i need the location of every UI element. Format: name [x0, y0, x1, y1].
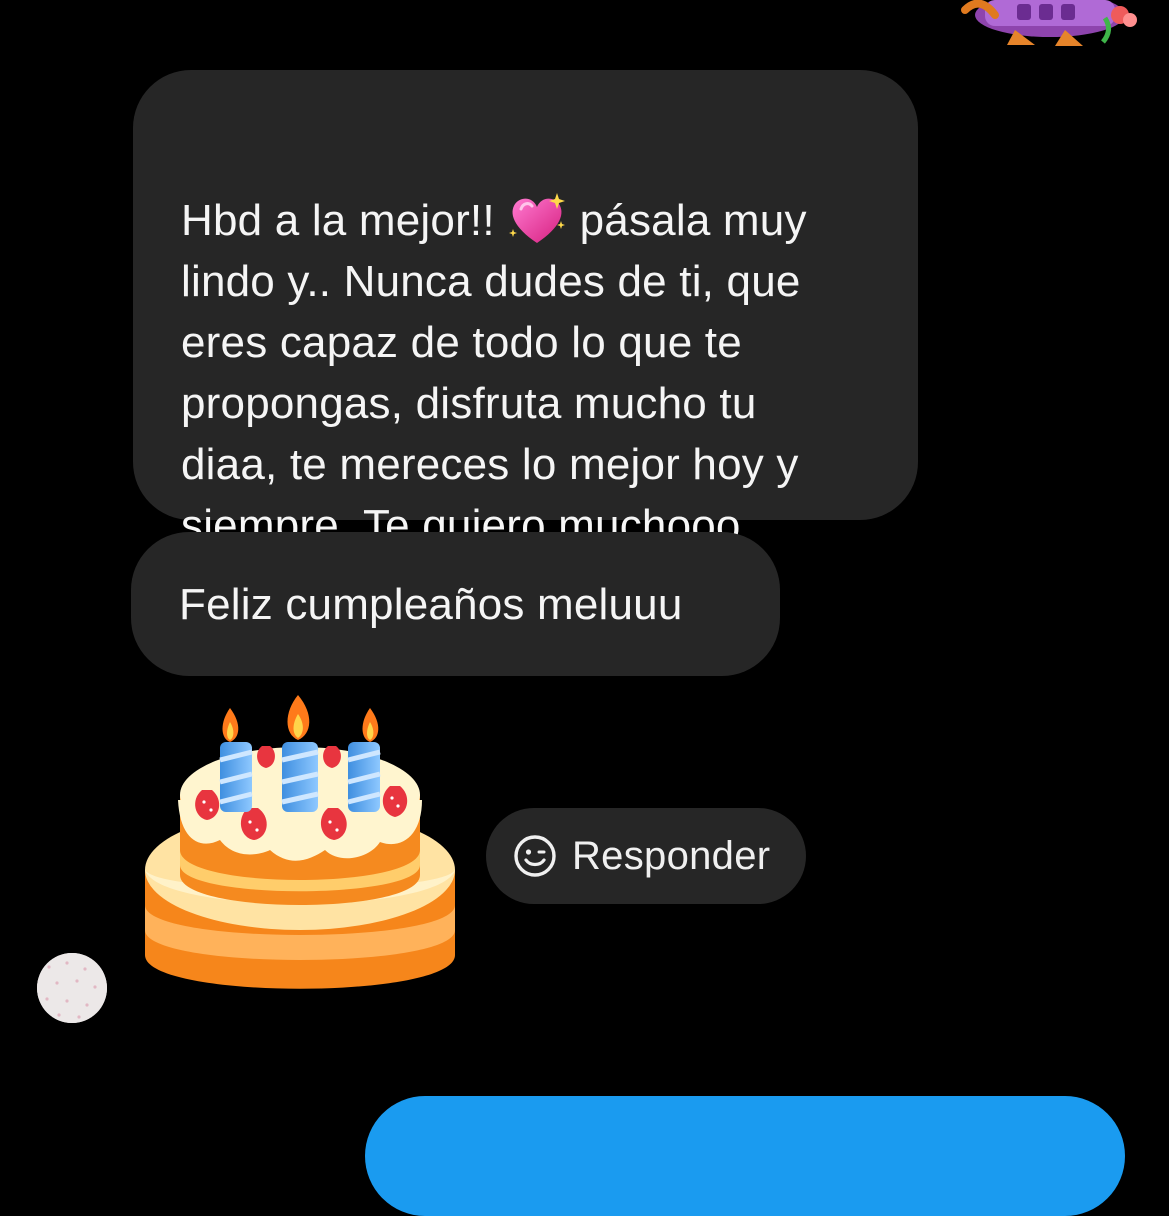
message-line: lindo y.. Nunca dudes de ti, que — [181, 257, 801, 306]
message-bubble-short[interactable]: Feliz cumpleaños meluuu — [131, 532, 780, 676]
sticker-icon — [961, 0, 1137, 46]
message-bubble-long[interactable]: Hbd a la mejor!! pásala muy lindo y.. Nu… — [133, 70, 918, 550]
message-text: Feliz cumpleaños meluuu — [179, 579, 683, 629]
sent-message-bubble[interactable] — [365, 1096, 1125, 1216]
reply-label: Responder — [572, 833, 771, 878]
message-text: pásala muy — [579, 196, 807, 245]
message-text: Hbd a la mejor!! — [181, 196, 508, 245]
avatar-pattern — [37, 953, 107, 1023]
smiley-icon — [514, 835, 556, 877]
message-line: eres capaz de todo lo que te — [181, 318, 742, 367]
message-line: diaa, te mereces lo mejor hoy y — [181, 440, 799, 489]
reply-button[interactable]: Responder — [486, 808, 806, 904]
avatar[interactable] — [37, 953, 107, 1023]
message-line: propongas, disfruta mucho tu — [181, 379, 757, 428]
message-line: Hbd a la mejor!! pásala muy — [181, 190, 807, 251]
birthday-cake-icon[interactable] — [140, 690, 460, 1025]
sparkling-heart-icon — [509, 193, 566, 244]
